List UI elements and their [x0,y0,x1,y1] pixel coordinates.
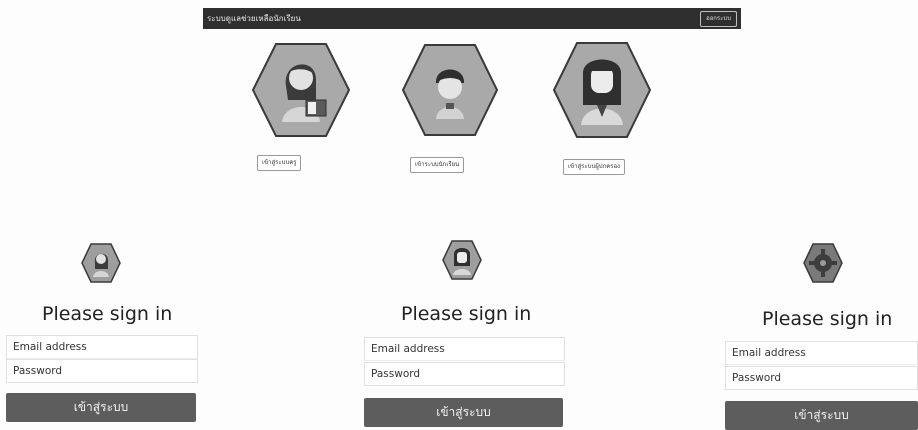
email-field[interactable]: Email address [725,341,918,365]
password-field[interactable]: Password [364,362,565,386]
role-card-parent: เข้าสู่ระบบผู้ปกครอง [553,41,651,175]
student-login-button[interactable]: เข้าระบบนักเรียน [410,157,465,173]
gear-icon [803,243,843,283]
password-field[interactable]: Password [725,366,918,390]
student-avatar-icon [442,240,482,280]
logout-button[interactable]: ออกระบบ [700,11,737,27]
page-title: Please sign in [42,303,173,325]
role-card-teacher: เข้าสู่ระบบครู [252,42,350,171]
teacher-hexagon-icon[interactable] [252,42,350,138]
password-field[interactable]: Password [6,359,198,383]
email-field[interactable]: Email address [6,335,198,359]
signin-submit-button[interactable]: เข้าสู่ระบบ [725,401,918,430]
page-title: Please sign in [762,308,893,330]
role-card-student: เข้าระบบนักเรียน [402,43,498,173]
navbar-brand[interactable]: ระบบดูแลช่วยเหลือนักเรียน [207,12,301,25]
email-field[interactable]: Email address [364,337,565,361]
signin-submit-button[interactable]: เข้าสู่ระบบ [6,393,196,422]
top-navbar: ระบบดูแลช่วยเหลือนักเรียน ออกระบบ [203,8,741,29]
student-hexagon-icon[interactable] [402,43,498,137]
parent-login-button[interactable]: เข้าสู่ระบบผู้ปกครอง [563,159,625,175]
signin-submit-button[interactable]: เข้าสู่ระบบ [364,398,563,427]
teacher-login-button[interactable]: เข้าสู่ระบบครู [257,155,302,171]
page-title: Please sign in [401,303,532,325]
teacher-avatar-icon [81,243,121,283]
parent-hexagon-icon[interactable] [553,41,651,139]
